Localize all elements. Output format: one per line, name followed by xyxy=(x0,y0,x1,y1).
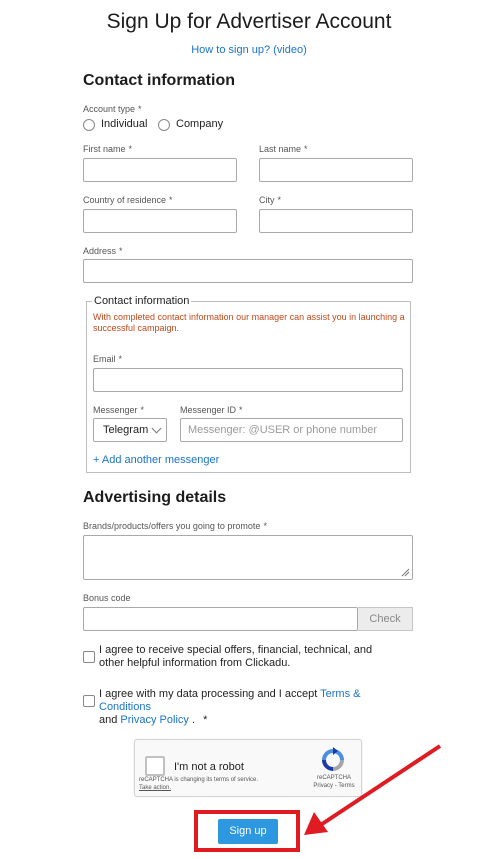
city-field[interactable] xyxy=(259,209,413,233)
recaptcha-checkbox[interactable] xyxy=(145,756,165,776)
radio-individual[interactable] xyxy=(83,119,95,131)
address-label: Address * xyxy=(83,246,123,256)
last-name-label: Last name * xyxy=(259,144,308,154)
signup-button[interactable]: Sign up xyxy=(218,819,278,844)
add-messenger-link[interactable]: + Add another messenger xyxy=(93,454,219,466)
chevron-down-icon xyxy=(151,423,162,433)
messenger-id-label: Messenger ID * xyxy=(180,405,243,415)
country-label: Country of residence * xyxy=(83,195,173,205)
resize-handle-icon[interactable] xyxy=(401,568,410,577)
terms-checkbox[interactable] xyxy=(83,695,95,707)
address-field[interactable] xyxy=(83,259,413,283)
bonus-code-field[interactable] xyxy=(83,607,358,631)
privacy-policy-link[interactable]: Privacy Policy xyxy=(120,714,188,726)
recaptcha-notice: reCAPTCHA is changing its terms of servi… xyxy=(139,777,259,792)
page-title: Sign Up for Advertiser Account xyxy=(106,10,392,33)
recaptcha-action-link[interactable]: Take action. xyxy=(139,784,258,792)
city-label: City * xyxy=(259,195,282,205)
messenger-select[interactable]: Telegram xyxy=(93,418,167,442)
check-bonus-button[interactable]: Check xyxy=(358,607,413,631)
email-field[interactable] xyxy=(93,368,403,392)
brands-textarea[interactable] xyxy=(83,535,413,580)
country-field[interactable] xyxy=(83,209,237,233)
terms-agreement-text: I agree with my data processing and I ac… xyxy=(99,688,361,726)
messenger-select-value: Telegram xyxy=(103,424,149,436)
radio-company[interactable] xyxy=(158,119,170,131)
radio-individual-label[interactable]: Individual xyxy=(101,118,147,130)
fieldset-legend: Contact information xyxy=(92,295,192,307)
first-name-label: First name * xyxy=(83,144,133,154)
contact-section-heading: Contact information xyxy=(83,72,235,89)
messenger-id-field[interactable]: Messenger: @USER or phone number xyxy=(180,418,403,442)
account-type-label: Account type * xyxy=(83,104,142,114)
contact-note: With completed contact information our m… xyxy=(93,312,405,333)
offers-agreement-text: I agree to receive special offers, finan… xyxy=(99,644,373,669)
bonus-code-label: Bonus code xyxy=(83,593,131,603)
brands-label: Brands/products/offers you going to prom… xyxy=(83,521,267,531)
last-name-field[interactable] xyxy=(259,158,413,182)
how-to-signup-link[interactable]: How to sign up? (video) xyxy=(0,44,498,56)
email-label: Email * xyxy=(93,354,123,364)
messenger-label: Messenger * xyxy=(93,405,145,415)
messenger-id-placeholder: Messenger: @USER or phone number xyxy=(188,424,378,436)
red-arrow-icon xyxy=(304,744,442,835)
radio-company-label[interactable]: Company xyxy=(176,118,223,130)
first-name-field[interactable] xyxy=(83,158,237,182)
offers-checkbox[interactable] xyxy=(83,651,95,663)
advertising-section-heading: Advertising details xyxy=(83,489,227,506)
recaptcha-label: I'm not a robot xyxy=(174,761,244,773)
